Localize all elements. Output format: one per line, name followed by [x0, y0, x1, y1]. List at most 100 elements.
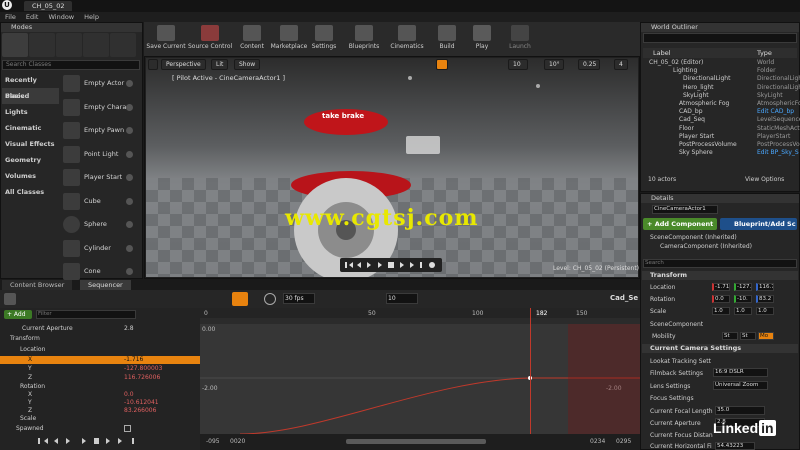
mobility-stationary-button[interactable]: St [740, 332, 756, 340]
rotation-x-field[interactable]: 0.0 [712, 295, 730, 303]
label-column-header[interactable]: Label [653, 49, 671, 57]
viewport-scene[interactable]: take brake [146, 58, 638, 277]
outliner-row[interactable]: PostProcessVolume PostProcessVo [643, 141, 800, 149]
outliner-row[interactable]: CAD_bp Edit CAD_bp [643, 108, 797, 116]
track-transform[interactable]: Transform [0, 335, 200, 343]
show-button[interactable]: Show [234, 59, 261, 70]
geometry-mode-icon[interactable] [110, 33, 136, 57]
foliage-mode-icon[interactable] [83, 33, 109, 57]
scale-y-field[interactable]: 1.0 [734, 307, 752, 315]
track-rotation[interactable]: Rotation [0, 383, 200, 391]
blueprint-add-script-button[interactable]: Blueprint/Add Sc [720, 218, 797, 230]
actor-player-start[interactable]: Player Start [61, 166, 139, 190]
location-x-field[interactable]: -1.71 [712, 283, 730, 291]
track-rotation-y[interactable]: Y -10.612041 [0, 399, 200, 407]
fps-select[interactable]: 30 fps [283, 293, 315, 304]
category-geometry[interactable]: Geometry [2, 152, 59, 168]
outliner-row[interactable]: Hero_light DirectionalLight [643, 84, 800, 92]
viewport-menu-icon[interactable] [148, 59, 158, 70]
filmback-select[interactable]: 16:9 DSLR [713, 368, 768, 377]
save-current-button[interactable]: Save Current [146, 24, 186, 54]
snap-toggle-icon[interactable] [232, 292, 248, 306]
help-icon[interactable] [126, 244, 133, 252]
outliner-row[interactable]: Sky Sphere Edit BP_Sky_S [643, 149, 799, 157]
category-visual-effects[interactable]: Visual Effects [2, 136, 59, 152]
category-all-classes[interactable]: All Classes [2, 184, 59, 200]
time-icon[interactable] [264, 293, 276, 305]
help-icon[interactable] [126, 150, 133, 158]
transport-icons[interactable] [340, 258, 442, 272]
cinematics-button[interactable]: Cinematics [386, 24, 428, 54]
help-icon[interactable] [126, 80, 133, 87]
category-lights[interactable]: Lights [2, 104, 59, 120]
rotation-y-field[interactable]: -10. [734, 295, 752, 303]
track-rotation-x[interactable]: X 0.0 [0, 391, 200, 399]
rotation-z-field[interactable]: 83.2 [756, 295, 774, 303]
actor-cube[interactable]: Cube [61, 190, 139, 214]
rotation-snap-value[interactable]: 10° [544, 59, 564, 70]
scale-z-field[interactable]: 1.0 [756, 307, 774, 315]
outliner-row[interactable]: DirectionalLight DirectionalLight [643, 75, 800, 83]
add-track-button[interactable]: + Add [4, 310, 32, 319]
track-location[interactable]: Location [0, 346, 200, 354]
track-spawned[interactable]: Spawned [0, 425, 200, 433]
content-button[interactable]: Content [236, 24, 268, 54]
search-classes-input[interactable]: Search Classes [2, 60, 140, 70]
mobility-movable-button[interactable]: Mo [758, 332, 774, 340]
details-search-input[interactable]: Search [643, 259, 797, 268]
actor-empty-pawn[interactable]: Empty Pawn [61, 119, 139, 143]
play-button[interactable]: Play [466, 24, 498, 54]
timeline-scrollbar[interactable] [346, 439, 486, 444]
paint-mode-icon[interactable] [29, 33, 55, 57]
build-button[interactable]: Build [430, 24, 464, 54]
menu-help[interactable]: Help [79, 12, 104, 22]
category-volumes[interactable]: Volumes [2, 168, 59, 184]
source-control-button[interactable]: Source Control [188, 24, 232, 54]
category-basic[interactable]: Basic [2, 88, 59, 104]
timeline-ruler[interactable]: 0 50 100 150 182 [200, 308, 640, 318]
actor-cylinder[interactable]: Cylinder [61, 237, 139, 261]
location-z-field[interactable]: 116.7 [756, 283, 774, 291]
track-rotation-z[interactable]: Z 83.266006 [0, 407, 200, 415]
scale-snap-value[interactable]: 0.25 [578, 59, 600, 70]
component-camera[interactable]: CameraComponent (Inherited) [660, 243, 752, 250]
transform-mode-icon[interactable] [436, 59, 448, 70]
outliner-row[interactable]: Player Start PlayerStart [643, 133, 797, 141]
help-icon[interactable] [126, 127, 133, 134]
outliner-search-input[interactable] [643, 33, 797, 43]
focal-length-field[interactable]: 35.0 [715, 406, 765, 415]
track-location-x[interactable]: X -1.716 [0, 356, 200, 364]
lookat-tracking-label[interactable]: Lookat Tracking Sett [650, 358, 711, 365]
settings-button[interactable]: Settings [308, 24, 340, 54]
actor-sphere[interactable]: Sphere [61, 213, 139, 237]
category-cinematic[interactable]: Cinematic [2, 120, 59, 136]
view-options-button[interactable]: View Options [745, 176, 784, 183]
add-component-button[interactable]: + Add Component [643, 218, 717, 230]
help-icon[interactable] [126, 197, 133, 205]
outliner-row[interactable]: Atmospheric FogAtmosphericFog [643, 100, 800, 108]
track-filter-input[interactable]: Filter [36, 310, 136, 319]
lit-button[interactable]: Lit [211, 59, 229, 70]
track-location-y[interactable]: Y -127.800003 [0, 365, 200, 373]
save-sequence-icon[interactable] [4, 293, 16, 305]
grid-snap-value[interactable]: 10 [508, 59, 528, 70]
menu-file[interactable]: File [0, 12, 21, 22]
outliner-row[interactable]: Lighting Folder [643, 67, 797, 75]
horizontal-fov-field[interactable]: 54.43223 [715, 442, 755, 450]
component-scene[interactable]: SceneComponent (Inherited) [650, 234, 737, 241]
actor-name-field[interactable]: CineCameraActor1 [652, 205, 718, 214]
outliner-row[interactable]: Cad_Seq LevelSequence [643, 116, 800, 124]
document-tab[interactable]: CH_05_02 [24, 1, 73, 11]
help-icon[interactable] [126, 268, 133, 275]
launch-button[interactable]: Launch [502, 24, 538, 54]
focus-settings-label[interactable]: Focus Settings [650, 395, 694, 402]
perspective-button[interactable]: Perspective [161, 59, 206, 70]
menu-window[interactable]: Window [43, 12, 79, 22]
mobility-static-button[interactable]: St [722, 332, 738, 340]
location-y-field[interactable]: -127. [734, 283, 752, 291]
menu-edit[interactable]: Edit [21, 12, 44, 22]
blueprints-button[interactable]: Blueprints [344, 24, 384, 54]
actor-point-light[interactable]: Point Light [61, 143, 139, 167]
place-mode-icon[interactable] [2, 33, 28, 57]
tab-content-browser[interactable]: Content Browser [2, 280, 73, 290]
